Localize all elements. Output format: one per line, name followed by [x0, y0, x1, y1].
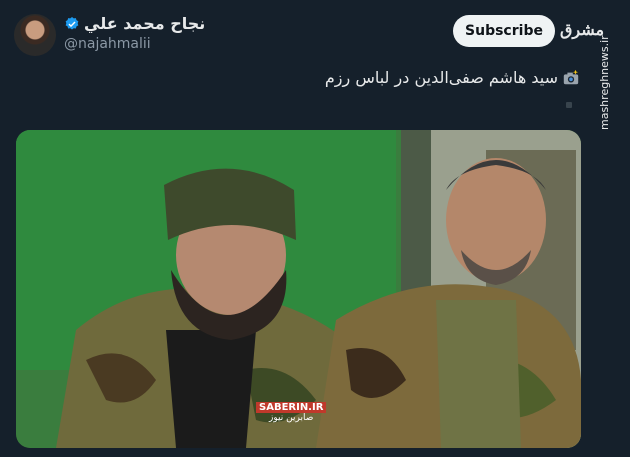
avatar[interactable] — [14, 14, 56, 56]
verified-badge-icon — [65, 16, 79, 30]
watermark-top: SABERIN.IR — [256, 402, 327, 413]
mashregh-logo: مشرق — [559, 19, 605, 39]
photo-watermark: SABERIN.IR صابرین نیوز — [256, 402, 327, 423]
separator-dot — [566, 102, 572, 108]
photo-illustration — [16, 130, 581, 448]
camera-flash-icon — [563, 69, 579, 84]
user-handle[interactable]: @najahmalii — [64, 36, 151, 52]
author-name-row: نجاح محمد علي — [64, 14, 205, 33]
side-watermark: mashreghnews.ir — [598, 35, 611, 130]
tweet-text: سید هاشم صفی‌الدین در لباس رزم — [325, 68, 580, 87]
watermark-bottom: صابرین نیوز — [269, 413, 314, 423]
tweet-body: سید هاشم صفی‌الدین در لباس رزم — [324, 68, 558, 87]
display-name[interactable]: نجاح محمد علي — [84, 14, 205, 33]
tweet-photo[interactable]: SABERIN.IR صابرین نیوز — [16, 130, 581, 448]
subscribe-button[interactable]: Subscribe — [453, 15, 555, 47]
